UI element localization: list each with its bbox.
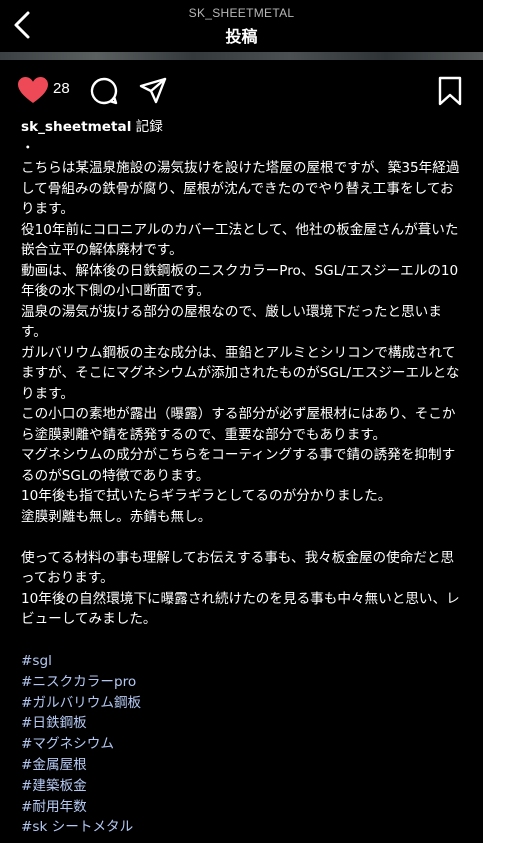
hashtag-link[interactable]: #耐用年数: [21, 797, 466, 818]
bookmark-icon[interactable]: [437, 76, 463, 106]
action-bar: [0, 70, 483, 110]
page-title: 投稿: [225, 27, 258, 46]
hashtag-link[interactable]: #マグネシウム: [21, 734, 466, 755]
like-count[interactable]: 28: [53, 80, 70, 97]
hashtag-link[interactable]: #ガルバリウム鋼板: [21, 693, 466, 714]
hashtag-link[interactable]: #ニスクカラーpro: [21, 672, 466, 693]
heart-icon[interactable]: [17, 76, 49, 104]
post-screen: SK_SHEETMETAL 投稿 28 sk_sheetmetal 記録 ・ こ…: [0, 0, 483, 843]
comment-icon[interactable]: [89, 76, 119, 106]
hashtag-link[interactable]: #金属屋根: [21, 755, 466, 776]
hashtag-link[interactable]: #日鉄鋼板: [21, 713, 466, 734]
post-caption: sk_sheetmetal 記録 ・ こちらは某温泉施設の湯気抜けを設けた塔屋の…: [21, 117, 466, 630]
hashtag-list: #sgl #ニスクカラーpro #ガルバリウム鋼板 #日鉄鋼板 #マグネシウム …: [21, 651, 466, 838]
hashtag-link[interactable]: #sk シートメタル: [21, 817, 466, 838]
post-image-edge[interactable]: [0, 52, 483, 60]
caption-username[interactable]: sk_sheetmetal: [21, 119, 131, 135]
hashtag-link[interactable]: #建築板金: [21, 776, 466, 797]
caption-body: ・ こちらは某温泉施設の湯気抜けを設けた塔屋の屋根ですが、築35年経過して骨組み…: [21, 139, 460, 628]
top-bar: SK_SHEETMETAL 投稿: [0, 0, 483, 52]
caption-label: 記録: [131, 119, 163, 135]
header-username: SK_SHEETMETAL: [188, 6, 295, 20]
hashtag-link[interactable]: #sgl: [21, 651, 466, 672]
share-icon[interactable]: [138, 76, 168, 106]
